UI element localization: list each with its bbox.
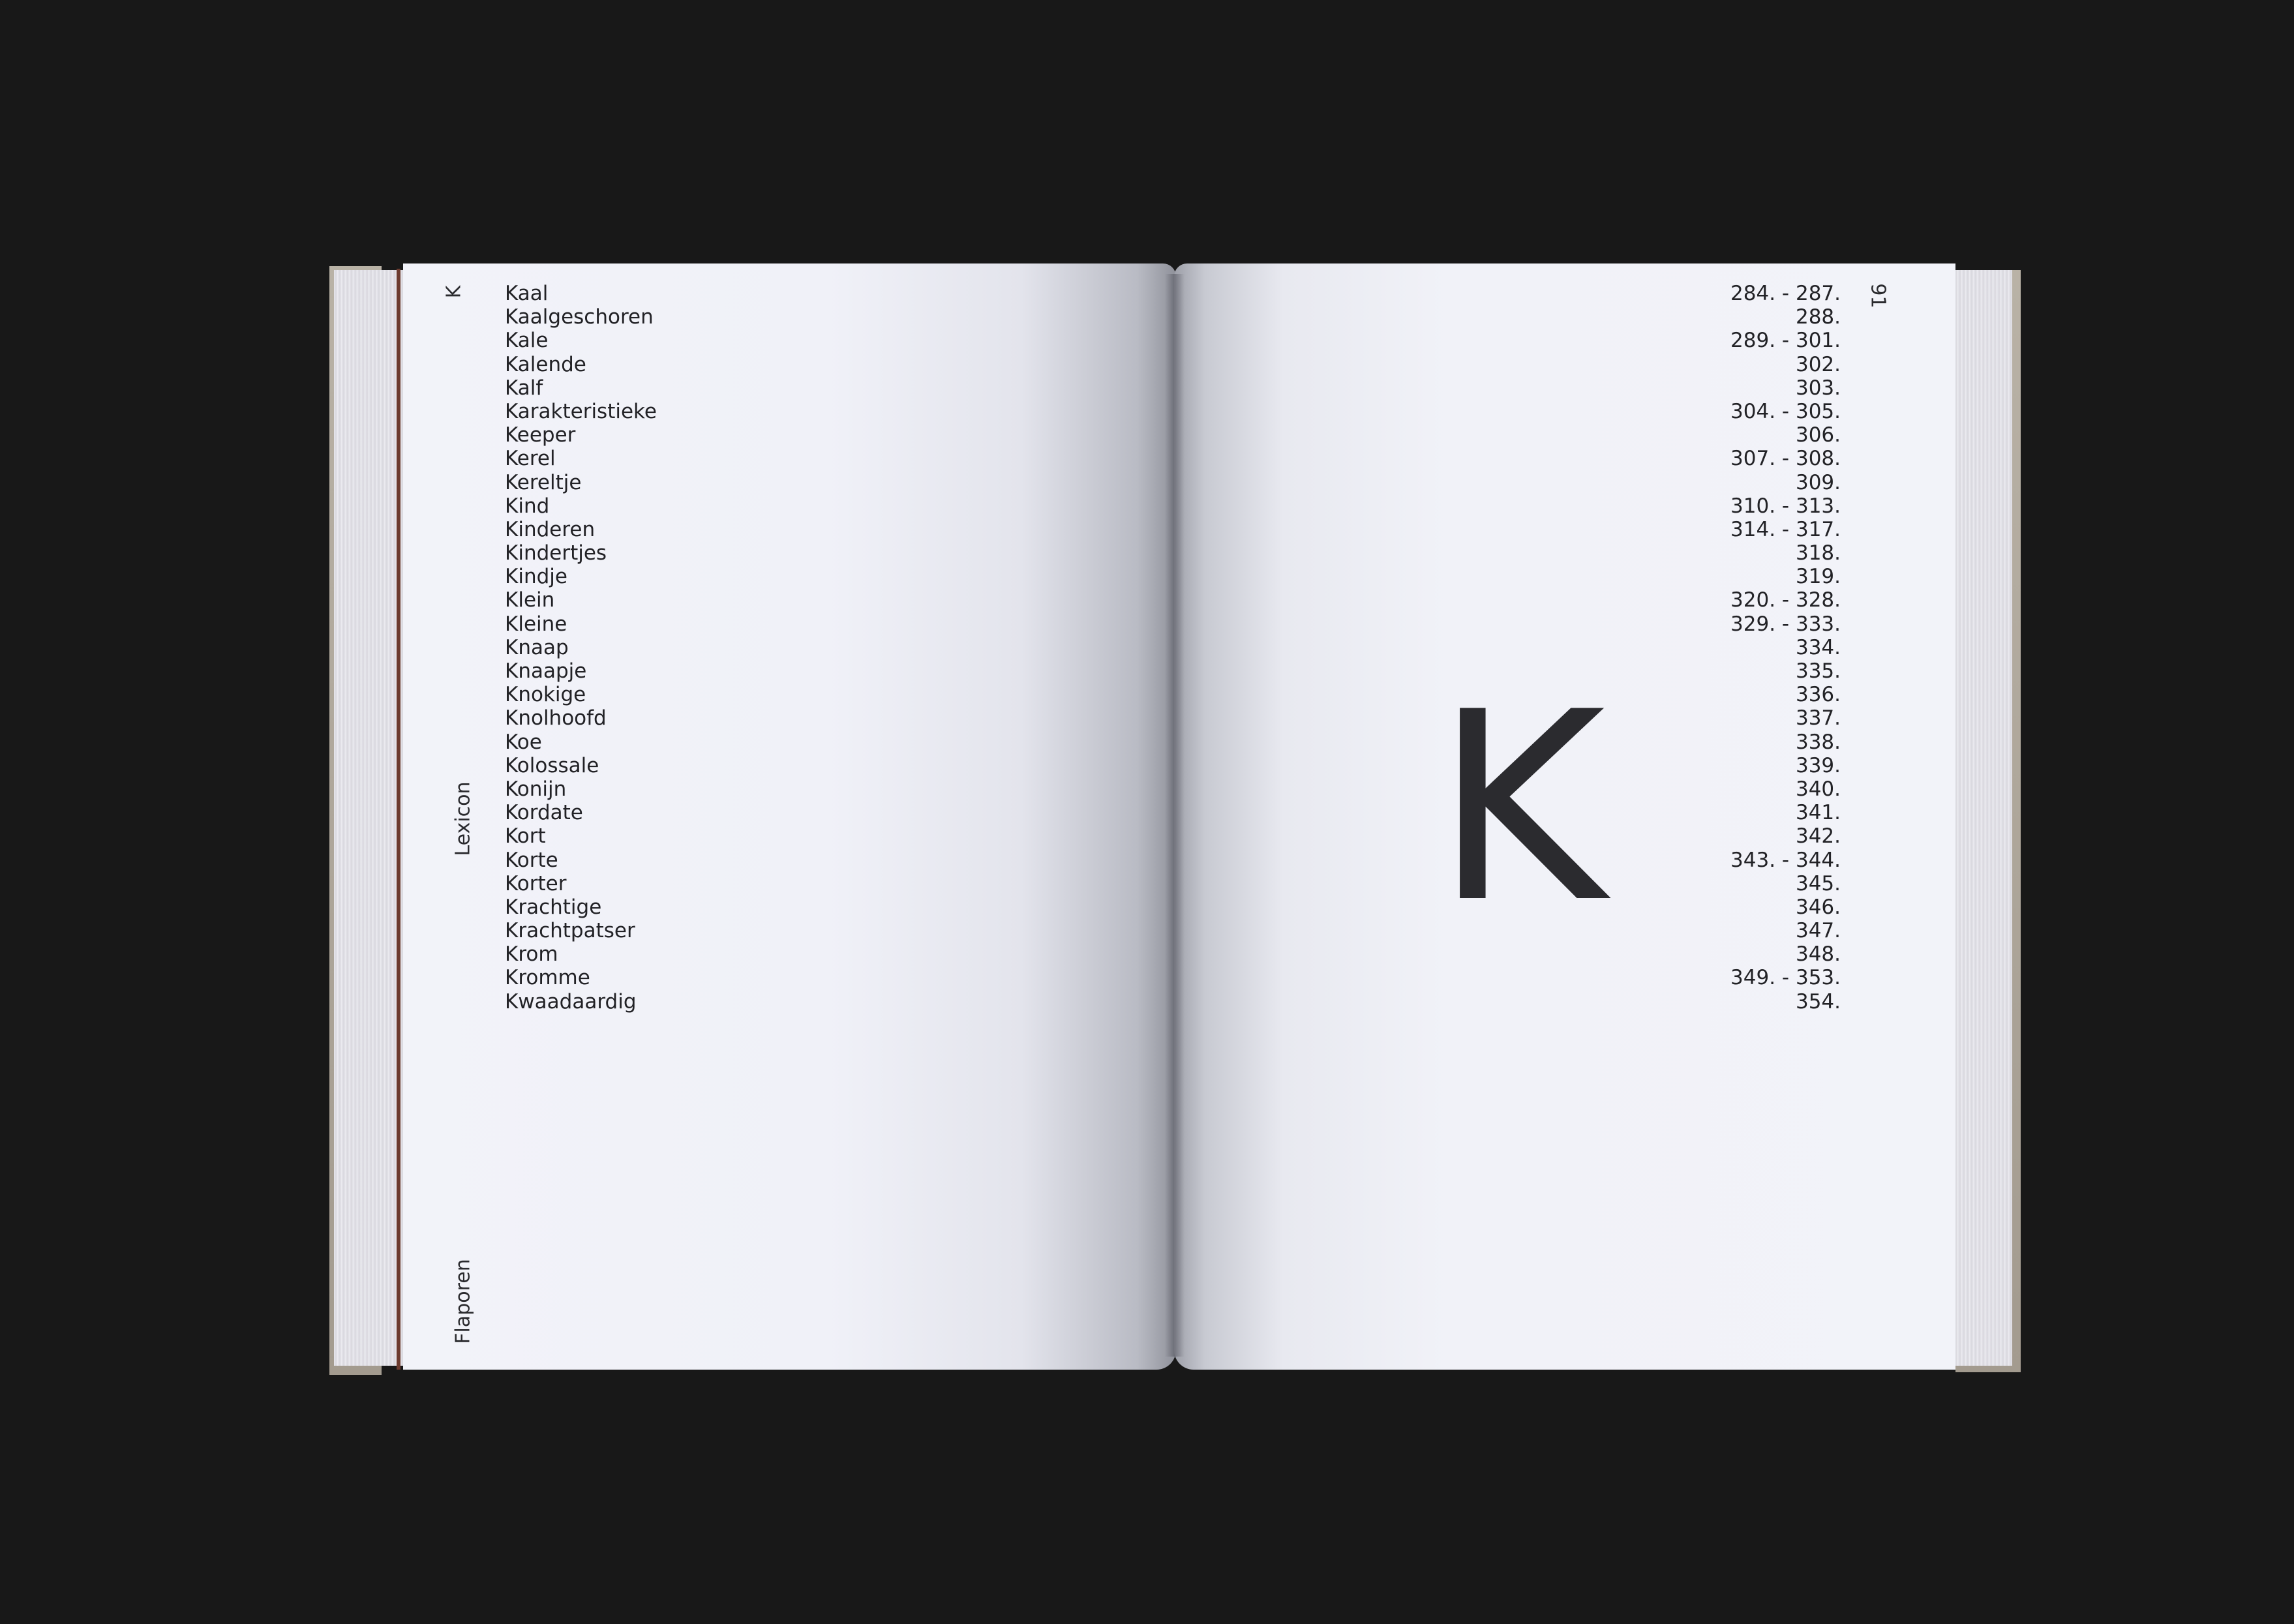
page-reference: 334.: [1795, 635, 1841, 659]
page-reference: 307. - 308.: [1730, 447, 1841, 471]
lexicon-entry: Kereltje: [505, 470, 582, 494]
page-reference: 340.: [1795, 777, 1841, 801]
page-reference: 345.: [1795, 871, 1841, 895]
section-title: Lexicon: [451, 781, 475, 856]
lexicon-entry: Kindje: [505, 565, 567, 589]
lexicon-entry: Kaalgeschoren: [505, 305, 654, 329]
book-photo: K Lexicon Flaporen Kaal Kaalgeschoren Kale…: [0, 0, 2294, 1624]
book-title: Flaporen: [451, 1259, 475, 1344]
page-reference: 289. - 301.: [1730, 329, 1841, 353]
lexicon-entry: Knokige: [505, 683, 586, 707]
lexicon-entry: Konijn: [505, 777, 567, 801]
lexicon-entry: Kalf: [505, 376, 543, 400]
lexicon-entry: Kerel: [505, 447, 556, 471]
lexicon-entry: Kolossale: [505, 753, 599, 777]
lexicon-entry: Kromme: [505, 966, 590, 990]
lexicon-entry: Knolhoofd: [505, 706, 607, 730]
page-reference: 288.: [1795, 305, 1841, 329]
page-reference: 349. - 353.: [1730, 966, 1841, 990]
lexicon-entry: Kind: [505, 494, 550, 518]
page-reference: 354.: [1795, 989, 1841, 1014]
page-reference: 346.: [1795, 895, 1841, 919]
lexicon-entry: Kaal: [505, 282, 549, 305]
lexicon-entry: Krachtpatser: [505, 919, 635, 943]
page-reference: 319.: [1795, 565, 1841, 589]
lexicon-entry: Karakteristieke: [505, 399, 657, 423]
page-reference: 314. - 317.: [1730, 517, 1841, 541]
page-reference: 338.: [1795, 730, 1841, 754]
page-reference: 310. - 313.: [1730, 494, 1841, 518]
page-reference: 341.: [1795, 801, 1841, 825]
lexicon-entry: Kindertjes: [505, 541, 607, 565]
page-reference: 304. - 305.: [1730, 399, 1841, 423]
lexicon-entry: Kwaadaardig: [505, 989, 637, 1014]
page-reference: 343. - 344.: [1730, 848, 1841, 872]
page-reference: 348.: [1795, 942, 1841, 967]
page-reference: 306.: [1795, 423, 1841, 447]
running-letter: K: [442, 285, 466, 299]
page-reference: 339.: [1795, 753, 1841, 777]
lexicon-entry: Krachtige: [505, 895, 602, 919]
page-reference: 284. - 287.: [1730, 282, 1841, 305]
page-reference: 318.: [1795, 541, 1841, 565]
page-reference: 309.: [1795, 470, 1841, 494]
page-reference: 320. - 328.: [1730, 588, 1841, 612]
page-reference-list: 284. - 287. 288. 289. - 301. 302. 303. 304. -…: [1605, 282, 1841, 1014]
page-reference: 347.: [1795, 919, 1841, 943]
lexicon-entry: Kort: [505, 824, 546, 849]
lexicon-entry: Kale: [505, 329, 549, 353]
page-reference: 303.: [1795, 376, 1841, 400]
ribbon-marker-left: [397, 269, 400, 1370]
page-stack-right: [1950, 270, 2012, 1366]
page-reference: 329. - 333.: [1730, 612, 1841, 636]
lexicon-entry: Kinderen: [505, 517, 596, 541]
lexicon-entry: Keeper: [505, 423, 576, 447]
lexicon-entry-list: Kaal Kaalgeschoren Kale Kalende Kalf Karakter…: [505, 282, 657, 1014]
lexicon-entry: Korte: [505, 848, 558, 872]
page-reference: 342.: [1795, 824, 1841, 849]
lexicon-entry: Knaap: [505, 635, 569, 659]
lexicon-entry: Krom: [505, 942, 558, 967]
lexicon-entry: Korter: [505, 871, 567, 895]
lexicon-entry: Kleine: [505, 612, 567, 636]
page-number: 91: [1866, 283, 1890, 308]
lexicon-entry: Klein: [505, 588, 555, 612]
page-reference: 337.: [1795, 706, 1841, 730]
section-big-letter: K: [1434, 657, 1606, 960]
lexicon-entry: Knaapje: [505, 659, 587, 683]
lexicon-entry: Kalende: [505, 352, 586, 376]
lexicon-entry: Koe: [505, 730, 542, 754]
page-reference: 335.: [1795, 659, 1841, 683]
lexicon-entry: Kordate: [505, 801, 583, 825]
page-reference: 302.: [1795, 352, 1841, 376]
page-stack-left: [334, 270, 406, 1366]
book-gutter: [1165, 274, 1185, 1357]
page-reference: 336.: [1795, 683, 1841, 707]
